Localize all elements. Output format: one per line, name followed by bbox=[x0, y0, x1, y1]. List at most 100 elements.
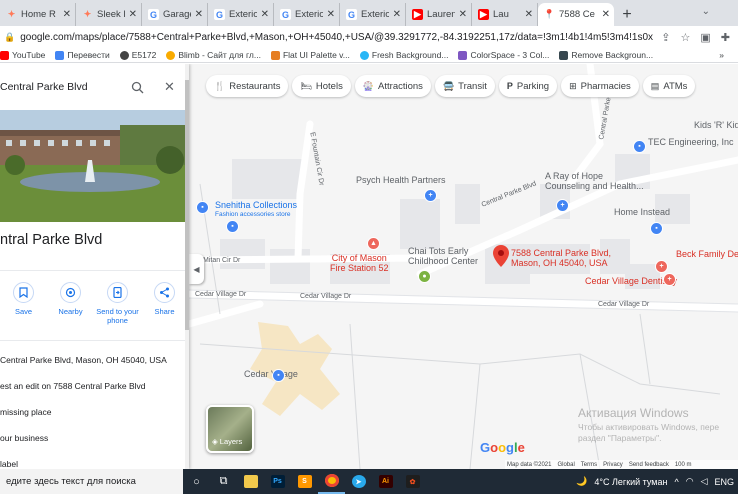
share-button[interactable]: Share bbox=[141, 282, 188, 325]
suggest-edit-row[interactable]: est an edit on 7588 Central Parke Blvd bbox=[0, 381, 146, 391]
tab-search-chevron-icon[interactable]: ⌄ bbox=[702, 6, 710, 17]
chip-parking[interactable]: P Parking bbox=[498, 75, 558, 97]
address-row[interactable]: Central Parke Blvd, Mason, OH 45040, USA bbox=[0, 355, 167, 365]
browser-tab[interactable]: ▶ Lauren ✕ bbox=[406, 3, 472, 26]
map-label-tec-engineering[interactable]: TEC Engineering, Inc bbox=[648, 137, 734, 147]
bookmark-item[interactable]: Flat UI Palette v... bbox=[270, 50, 350, 60]
chip-transit[interactable]: 🚍 Transit bbox=[434, 75, 495, 97]
medical-pin-icon[interactable]: + bbox=[556, 199, 569, 212]
bookmark-item[interactable]: YouTube bbox=[0, 50, 45, 60]
place-photo[interactable] bbox=[0, 110, 189, 222]
browser-tab[interactable]: G Exterior ✕ bbox=[340, 3, 406, 26]
browser-tab[interactable]: G Exterior ✕ bbox=[274, 3, 340, 26]
chip-attractions[interactable]: 🎡 Attractions bbox=[354, 75, 431, 97]
map-label-kids-r-kid[interactable]: Kids 'R' Kid bbox=[694, 120, 738, 130]
map-label-beck-family[interactable]: Beck Family De bbox=[676, 249, 738, 259]
volume-icon[interactable]: ◁ bbox=[701, 476, 708, 487]
cortana-icon[interactable]: ○ bbox=[183, 469, 210, 494]
bookmark-item[interactable]: ColorSpace - 3 Col... bbox=[458, 50, 549, 60]
chip-restaurants[interactable]: 🍴 Restaurants bbox=[206, 75, 289, 97]
bookmark-item[interactable]: Fresh Background... bbox=[359, 50, 448, 60]
map-label-psych-health[interactable]: Psych Health Partners bbox=[356, 175, 446, 185]
terms-link[interactable]: Terms bbox=[581, 462, 597, 468]
collapse-panel-button[interactable]: ◀ bbox=[189, 254, 204, 284]
bookmark-star-icon[interactable]: ☆ bbox=[681, 31, 691, 44]
map-label-selected-place[interactable]: 7588 Central Parke Blvd, Mason, OH 45040… bbox=[511, 248, 611, 268]
map-label-cedar-village[interactable]: Cedar Village bbox=[244, 369, 298, 379]
chrome-icon[interactable] bbox=[318, 469, 345, 494]
chip-atms[interactable]: ▤ ATMs bbox=[642, 75, 696, 97]
map-label-home-instead[interactable]: Home Instead bbox=[614, 207, 670, 217]
send-feedback-link[interactable]: Send feedback bbox=[629, 462, 669, 468]
close-tab-icon[interactable]: ✕ bbox=[129, 9, 137, 20]
privacy-link[interactable]: Privacy bbox=[603, 462, 623, 468]
shopping-pin-icon[interactable]: ▪ bbox=[226, 220, 239, 233]
bookmark-item[interactable]: E5172 bbox=[119, 50, 156, 60]
scale-label[interactable]: 100 m bbox=[675, 462, 692, 468]
send-to-phone-button[interactable]: Send to your phone bbox=[94, 282, 141, 325]
browser-tab[interactable]: ✦ Home R ✕ bbox=[0, 3, 76, 26]
illustrator-icon[interactable]: Ai bbox=[372, 469, 399, 494]
chip-pharmacies[interactable]: ⊞ Pharmacies bbox=[561, 75, 639, 97]
business-pin-icon[interactable]: ▪ bbox=[650, 222, 663, 235]
bookmark-item[interactable]: Blimb - Сайт для гл... bbox=[166, 50, 261, 60]
school-pin-icon[interactable]: ● bbox=[418, 270, 431, 283]
medical-pin-icon[interactable]: + bbox=[424, 189, 437, 202]
dentist-pin-icon[interactable]: + bbox=[655, 260, 668, 273]
add-missing-place-row[interactable]: missing place bbox=[0, 407, 52, 417]
panel-scrollbar-thumb[interactable] bbox=[185, 80, 189, 330]
close-tab-icon[interactable]: ✕ bbox=[459, 9, 467, 20]
close-tab-icon[interactable]: ✕ bbox=[393, 9, 401, 20]
add-label-row[interactable]: label bbox=[0, 459, 18, 469]
close-tab-icon[interactable]: ✕ bbox=[261, 9, 269, 20]
save-button[interactable]: Save bbox=[0, 282, 47, 325]
browser-tab[interactable]: G Garage ✕ bbox=[142, 3, 208, 26]
extension-icon[interactable]: ▣ bbox=[700, 31, 710, 44]
language-indicator[interactable]: ENG bbox=[714, 477, 734, 487]
residence-pin-icon[interactable]: ▪ bbox=[272, 369, 285, 382]
file-explorer-icon[interactable] bbox=[237, 469, 264, 494]
photoshop-icon[interactable]: Ps bbox=[264, 469, 291, 494]
bookmark-item[interactable]: Remove Backgroun... bbox=[559, 50, 653, 60]
add-business-row[interactable]: our business bbox=[0, 433, 48, 443]
task-view-icon[interactable]: ⧉ bbox=[210, 469, 237, 494]
share-page-icon[interactable]: ⇪ bbox=[661, 31, 670, 44]
global-link[interactable]: Global bbox=[557, 462, 574, 468]
layers-button[interactable]: ◈ Layers bbox=[206, 405, 254, 453]
new-tab-button[interactable]: + bbox=[614, 3, 640, 26]
close-tab-icon[interactable]: ✕ bbox=[63, 9, 71, 20]
map-label-ray-of-hope[interactable]: A Ray of Hope Counseling and Health... bbox=[545, 171, 644, 191]
map-label-snehitha[interactable]: Snehitha Collections bbox=[215, 200, 297, 210]
sublime-icon[interactable]: S bbox=[291, 469, 318, 494]
map-label-city-of-mason[interactable]: City of Mason Fire Station 52 bbox=[330, 253, 389, 273]
search-icon[interactable] bbox=[131, 81, 144, 94]
figma-icon[interactable]: ✿ bbox=[399, 469, 426, 494]
telegram-icon[interactable]: ➤ bbox=[345, 469, 372, 494]
browser-tab-active[interactable]: 📍 7588 Ce ✕ bbox=[538, 3, 614, 26]
browser-tab[interactable]: ▶ Lau ✕ bbox=[472, 3, 538, 26]
close-tab-icon[interactable]: ✕ bbox=[525, 9, 533, 20]
dentist-pin-icon[interactable]: + bbox=[663, 273, 676, 286]
shopping-pin-icon[interactable]: ▪ bbox=[196, 201, 209, 214]
wifi-icon[interactable]: ◠ bbox=[686, 476, 694, 487]
close-tab-icon[interactable]: ✕ bbox=[327, 9, 335, 20]
close-tab-icon[interactable]: ✕ bbox=[602, 9, 610, 20]
map-label-chai-tots[interactable]: Chai Tots Early Childhood Center bbox=[408, 246, 478, 266]
search-input[interactable] bbox=[0, 81, 118, 93]
browser-tab[interactable]: G Exterior ✕ bbox=[208, 3, 274, 26]
weather-text[interactable]: 4°C Легкий туман bbox=[594, 477, 667, 487]
business-pin-icon[interactable]: ▪ bbox=[633, 140, 646, 153]
close-icon[interactable]: ✕ bbox=[164, 79, 175, 95]
bookmark-item[interactable]: Перевести bbox=[55, 50, 110, 60]
fire-station-pin-icon[interactable]: ▲ bbox=[367, 237, 380, 250]
bookmark-overflow-button[interactable]: » bbox=[719, 50, 724, 60]
chip-hotels[interactable]: 🛏 Hotels bbox=[292, 75, 351, 97]
url-field[interactable]: 🔒 google.com/maps/place/7588+Central+Par… bbox=[4, 28, 653, 46]
tray-chevron-icon[interactable]: ^ bbox=[674, 477, 678, 487]
browser-tab[interactable]: ✦ Sleek Bl ✕ bbox=[76, 3, 142, 26]
nearby-button[interactable]: Nearby bbox=[47, 282, 94, 325]
taskbar-search-box[interactable]: едите здесь текст для поиска bbox=[0, 469, 183, 494]
close-tab-icon[interactable]: ✕ bbox=[195, 9, 203, 20]
puzzle-icon[interactable]: ✚ bbox=[721, 31, 730, 44]
selected-place-pin-icon[interactable] bbox=[493, 245, 509, 267]
